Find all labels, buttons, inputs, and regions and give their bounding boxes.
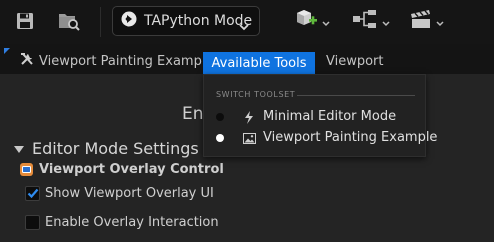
overlay-icon [20, 163, 33, 176]
tab-available-tools[interactable]: Available Tools [203, 52, 315, 74]
tab-label: Available Tools [211, 55, 307, 71]
toolset-dropdown: SWITCH TOOLSET Minimal Editor Mode Viewp… [203, 74, 437, 157]
save-icon[interactable] [12, 8, 38, 34]
cinematics-button[interactable] [410, 8, 444, 34]
menu-divider [297, 95, 415, 96]
add-actor-icon [296, 8, 318, 34]
tab-viewport-painting-example[interactable]: Viewport Painting Example [20, 50, 213, 72]
mode-label: TAPython Mode [144, 13, 253, 29]
show-overlay-label: Show Viewport Overlay UI [45, 186, 214, 201]
main-toolbar: TAPython Mode [0, 0, 494, 44]
toolbar-separator [100, 7, 101, 37]
tab-label: Viewport [326, 53, 384, 69]
mode-icon [121, 11, 137, 31]
collapse-arrow-icon [14, 139, 24, 158]
content-browser-icon[interactable] [56, 8, 82, 34]
menu-item-minimal-editor-mode[interactable]: Minimal Editor Mode [204, 107, 427, 127]
show-overlay-checkbox[interactable] [25, 186, 40, 201]
radio-icon [216, 113, 224, 121]
lightning-icon [242, 110, 256, 124]
menu-item-viewport-painting-example[interactable]: Viewport Painting Example [204, 128, 437, 148]
tools-icon [20, 52, 35, 70]
tab-viewport[interactable]: Viewport [326, 50, 384, 72]
enable-interaction-checkbox[interactable] [25, 215, 40, 230]
chevron-down-icon [382, 12, 390, 31]
show-overlay-row: Show Viewport Overlay UI [25, 186, 214, 201]
menu-section-label: SWITCH TOOLSET [216, 90, 296, 99]
tab-bar: Viewport Painting Example Available Tool… [0, 44, 494, 74]
image-icon [242, 131, 256, 145]
add-actor-button[interactable] [296, 8, 330, 34]
radio-selected-icon [216, 134, 224, 142]
chevron-down-icon [239, 16, 249, 35]
editor-mode-settings-header[interactable]: Editor Mode Settings [14, 139, 199, 158]
tab-corner-indicator [4, 48, 10, 54]
blueprint-button[interactable] [352, 8, 390, 34]
tab-label: Viewport Painting Example [39, 53, 214, 69]
menu-item-label: Minimal Editor Mode [263, 109, 397, 124]
cinematics-icon [410, 9, 432, 33]
blueprint-icon [352, 9, 378, 33]
section-title: Editor Mode Settings [32, 139, 199, 158]
menu-item-label: Viewport Painting Example [263, 130, 438, 145]
chevron-down-icon [436, 12, 444, 31]
enable-interaction-row: Enable Overlay Interaction [25, 215, 219, 230]
enable-interaction-label: Enable Overlay Interaction [45, 215, 219, 230]
overlay-control-heading: Viewport Overlay Control [20, 162, 224, 177]
overlay-heading-label: Viewport Overlay Control [39, 162, 224, 177]
chevron-down-icon [322, 12, 330, 31]
panel-title: En [182, 104, 204, 124]
mode-selector[interactable]: TAPython Mode [112, 6, 260, 36]
